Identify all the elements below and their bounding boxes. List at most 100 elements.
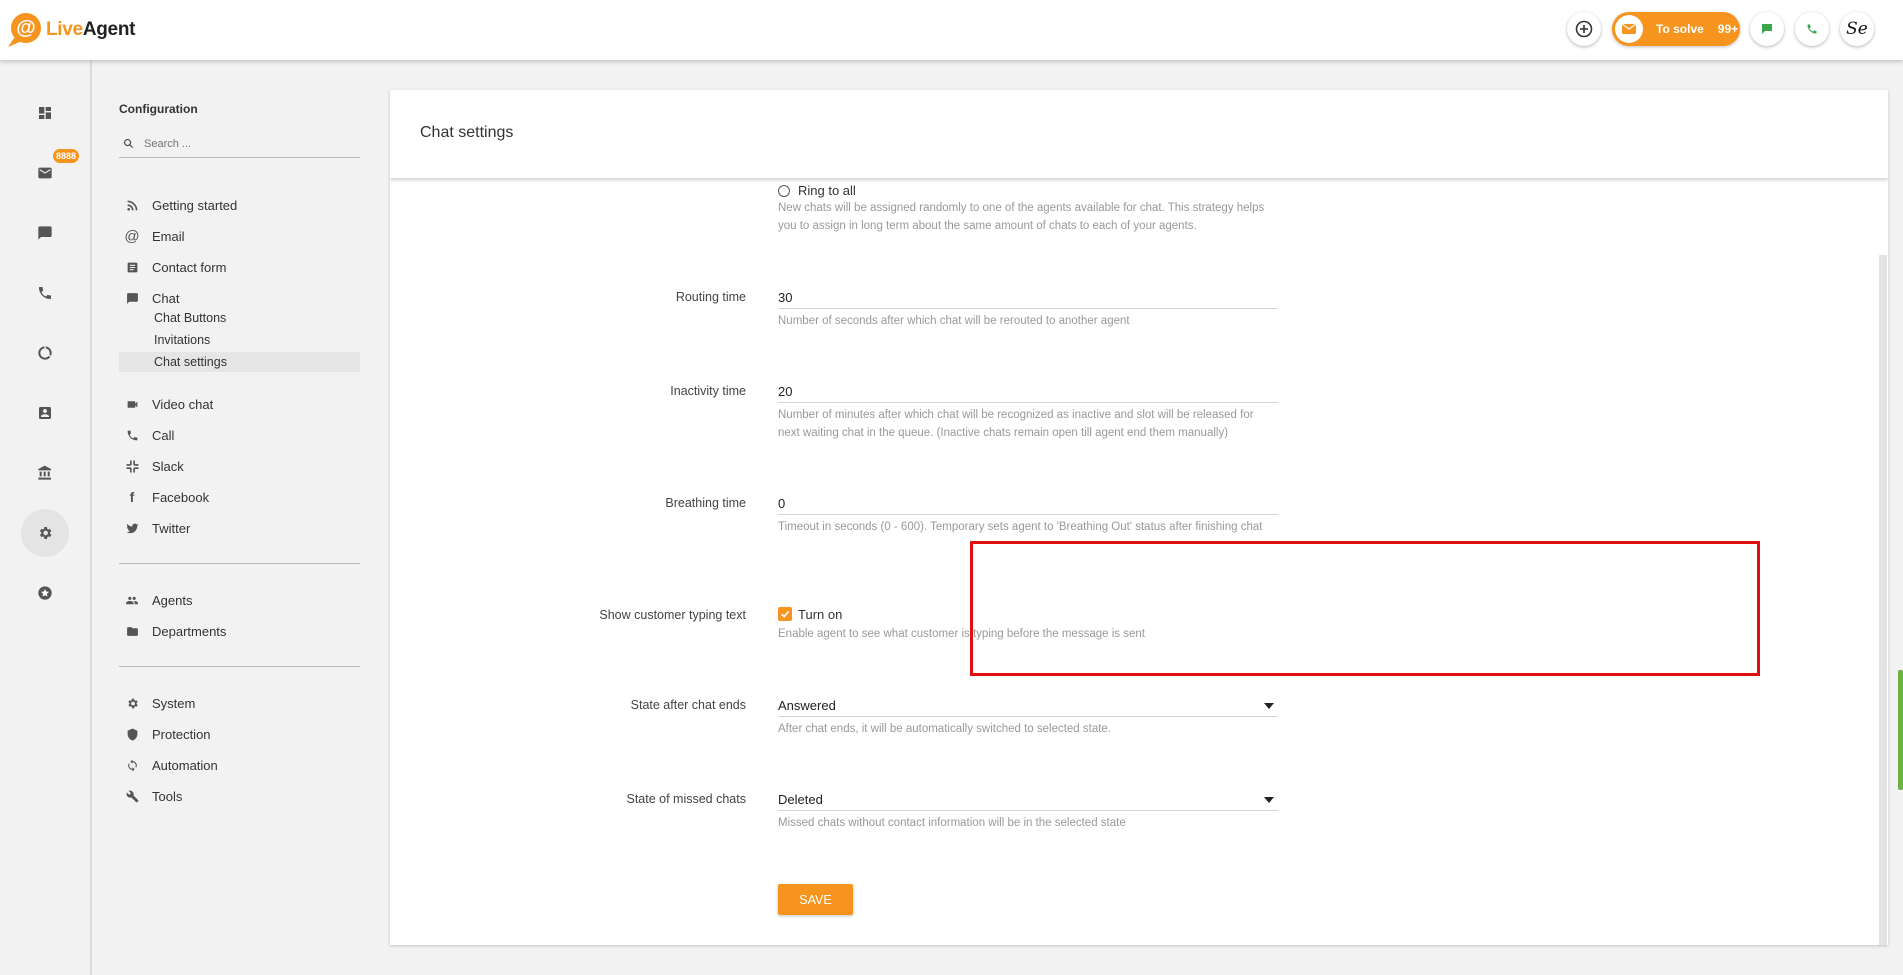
state-missed-chats-label: State of missed chats: [626, 792, 746, 806]
nav-contacts[interactable]: [21, 389, 69, 437]
to-solve-count: 99+: [1717, 22, 1739, 36]
nav-plugins[interactable]: [21, 569, 69, 617]
envelope-icon: [1615, 15, 1643, 43]
inactivity-time-input[interactable]: 20: [778, 381, 1278, 403]
sidebar-item-label: Protection: [152, 726, 211, 742]
typing-text-option-label: Turn on: [798, 607, 843, 622]
checkmark-icon: [780, 610, 790, 618]
call-status-button[interactable]: [1795, 12, 1829, 46]
routing-time-label: Routing time: [675, 290, 746, 304]
sidebar-item-agents[interactable]: Agents: [119, 589, 360, 611]
sidebar-subitem-chat-buttons[interactable]: Chat Buttons: [119, 308, 360, 328]
chat-icon: [124, 290, 140, 306]
sidebar-subitem-invitations[interactable]: Invitations: [119, 330, 360, 350]
typing-text-checkbox[interactable]: [778, 607, 792, 621]
routing-time-help: Number of seconds after which chat will …: [778, 315, 1130, 327]
folder-icon: [124, 623, 140, 639]
sidebar-item-facebook[interactable]: f Facebook: [119, 486, 360, 508]
avatar-signature: Se: [1846, 19, 1868, 39]
sidebar-item-label: Email: [152, 228, 185, 244]
state-after-chat-help: After chat ends, it will be automaticall…: [778, 723, 1112, 735]
highlight-annotation-box: [970, 541, 1760, 676]
sidebar-item-label: Automation: [152, 757, 218, 773]
chat-status-button[interactable]: [1750, 12, 1784, 46]
ring-to-all-radio[interactable]: [778, 185, 790, 197]
side-feedback-tab[interactable]: [1898, 670, 1903, 790]
search-icon: [124, 139, 134, 149]
sidebar-subitem-chat-settings[interactable]: Chat settings: [119, 352, 360, 372]
nav-configuration[interactable]: [21, 509, 69, 557]
inactivity-time-help: Number of minutes after which chat will …: [778, 409, 1254, 439]
search-input[interactable]: [144, 137, 344, 150]
sidebar-item-tools[interactable]: Tools: [119, 785, 360, 807]
sidebar-item-chat[interactable]: Chat: [119, 287, 360, 309]
sidebar-item-call[interactable]: Call: [119, 424, 360, 446]
sync-icon: [124, 757, 140, 773]
slack-icon: [124, 458, 140, 474]
sidebar-item-slack[interactable]: Slack: [119, 455, 360, 477]
logo-text: LiveAgent: [46, 19, 136, 40]
nav-chats[interactable]: [21, 209, 69, 257]
sidebar-item-label: Facebook: [152, 489, 210, 505]
svg-text:@: @: [16, 17, 36, 39]
configuration-icon: [39, 527, 52, 539]
ring-to-all-label: Ring to all: [798, 183, 856, 198]
ring-to-all-help: New chats will be assigned randomly to o…: [778, 202, 1265, 232]
add-button[interactable]: [1567, 12, 1601, 46]
scrollbar-thumb[interactable]: [1879, 255, 1887, 945]
dropdown-arrow-icon: [1264, 703, 1274, 709]
sidebar-item-label: Tools: [152, 788, 183, 804]
breathing-time-help: Timeout in seconds (0 - 600). Temporary …: [778, 521, 1263, 533]
sidebar-title: Configuration: [119, 102, 198, 116]
shield-icon: [124, 726, 140, 742]
dropdown-arrow-icon: [1264, 797, 1274, 803]
inactivity-time-label: Inactivity time: [670, 384, 746, 398]
sidebar-search: [119, 130, 360, 158]
to-solve-button[interactable]: To solve 99+: [1612, 12, 1740, 46]
sidebar-item-getting-started[interactable]: Getting started: [119, 194, 360, 216]
user-avatar-button[interactable]: Se: [1840, 12, 1874, 46]
typing-text-label: Show customer typing text: [599, 608, 746, 622]
sidebar-item-label: Call: [152, 427, 175, 443]
sidebar-item-system[interactable]: System: [119, 692, 360, 714]
to-solve-label: To solve: [1656, 22, 1704, 36]
state-after-chat-label: State after chat ends: [630, 698, 746, 712]
sidebar-item-label: Departments: [152, 623, 227, 639]
state-missed-chats-value: Deleted: [778, 792, 823, 807]
sidebar-item-departments[interactable]: Departments: [119, 620, 360, 642]
nav-reports[interactable]: [21, 329, 69, 377]
chat-settings-panel: Chat settings Ring to all New chats will…: [390, 90, 1888, 945]
plus-circle-icon: [1575, 20, 1593, 38]
save-button[interactable]: SAVE: [778, 884, 853, 915]
tickets-icon: [38, 167, 52, 179]
state-after-chat-select[interactable]: Answered: [778, 695, 1278, 717]
form-icon: [124, 259, 140, 275]
sidebar-item-video-chat[interactable]: Video chat: [119, 393, 360, 415]
sidebar-item-protection[interactable]: Protection: [119, 723, 360, 745]
gear-icon: [124, 695, 140, 711]
breathing-time-input[interactable]: 0: [778, 493, 1278, 515]
nav-dashboard[interactable]: [21, 89, 69, 137]
routing-time-input[interactable]: 30: [778, 287, 1278, 309]
nav-knowledgebase[interactable]: [21, 449, 69, 497]
chat-green-icon: [1762, 24, 1772, 34]
liveagent-logo[interactable]: @ LiveAgent: [4, 12, 135, 48]
sidebar-item-contact-form[interactable]: Contact form: [119, 256, 360, 278]
tickets-badge: 8888: [53, 149, 80, 163]
dashboard-icon: [39, 107, 51, 119]
sidebar-item-twitter[interactable]: Twitter: [119, 517, 360, 539]
configuration-sidebar: Configuration Getting started @ Email Co…: [119, 60, 361, 975]
state-missed-chats-select[interactable]: Deleted: [778, 789, 1278, 811]
video-icon: [124, 396, 140, 412]
facebook-icon: f: [129, 489, 135, 505]
panel-header: Chat settings: [390, 90, 1888, 178]
state-missed-chats-help: Missed chats without contact information…: [778, 817, 1126, 829]
wrench-icon: [124, 788, 140, 804]
sidebar-item-label: Twitter: [152, 520, 191, 536]
logo-bubble-icon: @: [4, 12, 44, 48]
nav-calls[interactable]: [21, 269, 69, 317]
contacts-icon: [39, 407, 51, 419]
sidebar-item-automation[interactable]: Automation: [119, 754, 360, 776]
sidebar-item-email[interactable]: @ Email: [119, 225, 360, 247]
sidebar-item-label: Contact form: [152, 259, 227, 275]
